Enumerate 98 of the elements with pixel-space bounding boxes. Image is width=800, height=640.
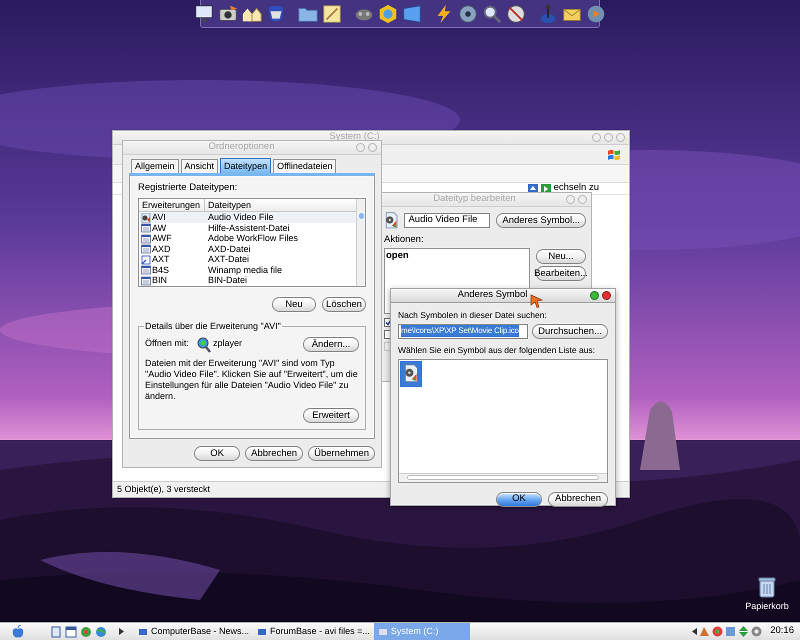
chevron-icon[interactable] bbox=[119, 628, 124, 635]
column-header[interactable]: Erweiterungen bbox=[139, 199, 205, 212]
table-cell-text: AXT-Datei bbox=[207, 255, 250, 264]
window-icon bbox=[138, 626, 148, 636]
table-cell: AVI bbox=[152, 213, 166, 222]
apple-icon[interactable] bbox=[12, 625, 24, 638]
window-icon[interactable] bbox=[65, 626, 77, 638]
tab[interactable]: Dateitypen bbox=[220, 158, 272, 173]
dialog-button[interactable]: OK bbox=[496, 492, 542, 506]
chevron-icon[interactable] bbox=[692, 628, 698, 635]
tray-icon[interactable] bbox=[725, 626, 736, 637]
list-row[interactable]: AWF Adobe WorkFlow Files bbox=[139, 233, 356, 244]
monitor-icon[interactable] bbox=[193, 2, 215, 24]
table-cell-text: Hilfe-Assistent-Datei bbox=[207, 224, 291, 232]
horizontal-scrollbar[interactable] bbox=[399, 472, 607, 482]
go-icon[interactable] bbox=[540, 184, 551, 194]
dialog-button[interactable]: OK bbox=[194, 446, 240, 461]
tab[interactable]: Offlinedateien bbox=[273, 159, 336, 173]
film-file-icon bbox=[403, 364, 419, 383]
document-icon bbox=[141, 244, 151, 254]
search-label: Nach Symbolen in dieser Datei suchen: bbox=[398, 309, 548, 322]
close-button[interactable] bbox=[602, 291, 611, 300]
table-cell: BIN bbox=[152, 276, 168, 285]
table-cell: AXT bbox=[152, 255, 170, 264]
magnifier-icon bbox=[197, 336, 211, 353]
dialog-button[interactable]: Abbrechen bbox=[548, 492, 608, 506]
notepad-icon[interactable] bbox=[321, 2, 343, 24]
list-item[interactable]: open bbox=[385, 248, 529, 264]
taskbar-button[interactable]: ComputerBase - News... bbox=[134, 623, 254, 640]
document-icon bbox=[141, 276, 151, 286]
column-header[interactable]: Dateitypen bbox=[205, 199, 356, 212]
dialog-button[interactable]: Übernehmen bbox=[308, 446, 375, 461]
window-icon[interactable] bbox=[401, 2, 423, 24]
open-with-label: Öffnen mit: bbox=[145, 336, 190, 350]
tray-icon[interactable] bbox=[751, 626, 762, 637]
name-field[interactable]: Audio Video File bbox=[404, 212, 490, 228]
table-cell: AXD bbox=[152, 244, 171, 254]
tab[interactable]: Allgemein bbox=[131, 159, 179, 173]
film-file-icon bbox=[141, 212, 151, 222]
document-icon bbox=[141, 234, 151, 244]
scrollbar[interactable] bbox=[356, 199, 365, 286]
list-row[interactable]: BIN BIN-Datei bbox=[139, 275, 356, 286]
dialog-button[interactable]: Abbrechen bbox=[245, 446, 304, 461]
film-file-icon bbox=[384, 210, 398, 231]
table-cell-text: BIN-Datei bbox=[207, 276, 248, 285]
dialog-button[interactable]: Neu... bbox=[536, 248, 586, 264]
window-icon bbox=[378, 626, 388, 636]
taskbar-button[interactable]: ForumBase - avi files =... bbox=[253, 623, 374, 640]
arrows-icon[interactable] bbox=[738, 626, 750, 637]
list-label: Wählen Sie ein Symbol aus der folgenden Liste aus: bbox=[398, 344, 596, 356]
list-row[interactable]: AW Hilfe-Assistent-Datei bbox=[139, 222, 356, 234]
file-path: me\Icons\XP\XP Set\Movie Clip.ico bbox=[401, 325, 519, 338]
table-cell: AWF bbox=[152, 234, 172, 243]
table-cell-text: Audio Video File bbox=[207, 213, 274, 222]
table-cell: B4S bbox=[152, 266, 170, 274]
document-icon bbox=[141, 223, 151, 233]
document-icon[interactable] bbox=[50, 626, 62, 638]
cursor-icon bbox=[530, 294, 544, 308]
flag-icon bbox=[607, 148, 621, 160]
document-icon bbox=[141, 265, 151, 275]
file-field[interactable]: me\Icons\XP\XP Set\Movie Clip.ico bbox=[398, 324, 528, 339]
list-row[interactable]: AXD AXD-Datei bbox=[139, 244, 356, 254]
icon-choice[interactable] bbox=[400, 360, 422, 386]
table-cell-text: AXD-Datei bbox=[207, 244, 252, 254]
table-cell-text: Adobe WorkFlow Files bbox=[207, 234, 299, 243]
tab[interactable]: Ansicht bbox=[180, 159, 218, 173]
dialog-button[interactable]: Löschen bbox=[322, 296, 366, 312]
list-row[interactable]: AXT AXT-Datei bbox=[139, 254, 356, 265]
actions-label: Aktionen: bbox=[384, 232, 425, 247]
table-cell-text: Winamp media file bbox=[207, 266, 284, 274]
program-name: zplayer bbox=[213, 336, 242, 350]
tray-icon[interactable] bbox=[712, 626, 724, 637]
document-icon bbox=[141, 254, 151, 264]
zoom-button[interactable] bbox=[590, 291, 599, 300]
table-cell: AW bbox=[152, 224, 166, 232]
globe-icon[interactable] bbox=[95, 626, 107, 638]
dialog-button[interactable]: Ändern... bbox=[303, 336, 359, 352]
hexagon-icon[interactable] bbox=[377, 2, 399, 24]
desktop-icon-label[interactable]: Papierkorb bbox=[745, 600, 789, 614]
dialog-button[interactable]: Durchsuchen... bbox=[532, 324, 608, 339]
window-title: Anderes Symbol bbox=[458, 288, 528, 302]
trash-icon[interactable] bbox=[758, 576, 776, 598]
window-icon bbox=[257, 626, 268, 636]
status-text: 5 Objekt(e), 3 versteckt bbox=[117, 482, 210, 496]
disc-icon[interactable] bbox=[457, 2, 479, 24]
list-label: Registrierte Dateitypen: bbox=[138, 181, 238, 195]
description-text: Dateien mit der Erweiterung "AVI" sind vom Typ "Audio Video File". Klicken Sie auf "Erweitert", um die Einstellungen für alle Dateien "Audio Video File" zu ändern. bbox=[145, 358, 359, 402]
list-row[interactable]: B4S Winamp media file bbox=[139, 264, 356, 276]
dialog-button[interactable]: Erweitert bbox=[303, 408, 359, 423]
go-label[interactable]: echseln zu bbox=[554, 181, 599, 196]
group-title: Details über die Erweiterung "AVI" bbox=[144, 320, 282, 332]
dialog-button[interactable]: Bearbeiten... bbox=[536, 266, 586, 281]
list-row[interactable]: AVI Audio Video File bbox=[139, 212, 356, 223]
dialog-button[interactable]: Neu bbox=[272, 296, 316, 312]
window-title: Ordneroptionen bbox=[208, 140, 275, 154]
window-title: Dateityp bearbeiten bbox=[433, 192, 516, 206]
dialog-button[interactable]: Anderes Symbol... bbox=[496, 212, 586, 228]
clock: 20:16 bbox=[770, 624, 794, 638]
